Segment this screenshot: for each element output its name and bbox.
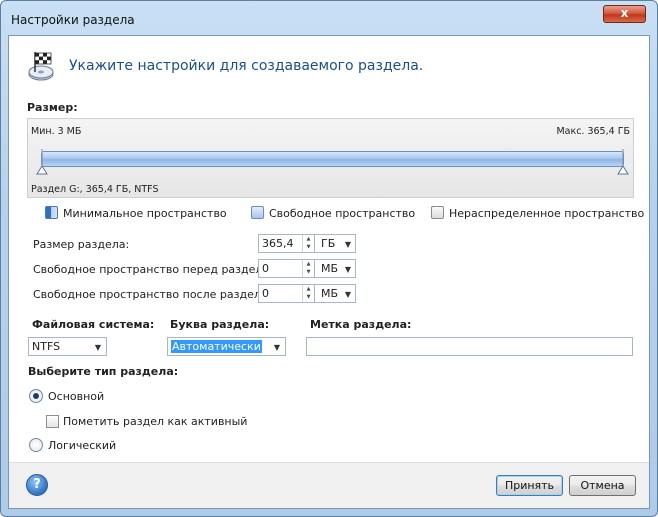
free-before-unit-select[interactable]: МБ ▼ [314, 259, 356, 278]
filesystem-label: Файловая система: [32, 318, 155, 331]
chevron-down-icon: ▼ [94, 343, 101, 352]
title-bar[interactable]: Настройки раздела x [1, 1, 657, 35]
partition-size-bar[interactable] [41, 151, 624, 167]
chevron-down-icon: ▼ [273, 343, 280, 352]
partition-size-value: 365,4 [262, 237, 294, 250]
dialog-window: Настройки раздела x Укажите настройки дл… [0, 0, 658, 517]
free-after-spinner[interactable]: ▲ ▼ [302, 285, 314, 302]
right-slider-handle[interactable] [617, 149, 629, 175]
chevron-down-icon: ▼ [344, 290, 351, 299]
min-space-swatch [45, 206, 58, 219]
unallocated-swatch [431, 206, 444, 219]
volume-label-input[interactable] [306, 337, 633, 356]
cancel-button[interactable]: Отмена [569, 475, 636, 496]
legend-min-space-label: Минимальное пространство [63, 207, 227, 220]
filesystem-select[interactable]: NTFS ▼ [28, 337, 107, 356]
free-after-input[interactable]: 0 ▲ ▼ [258, 284, 315, 303]
legend-min-space: Минимальное пространство [45, 206, 227, 220]
legend-free-space-label: Свободное пространство [269, 207, 416, 220]
close-icon: x [620, 6, 629, 20]
drive-letter-label: Буква раздела: [170, 318, 270, 331]
free-before-label: Свободное пространство перед разделом: [33, 263, 282, 276]
primary-radio[interactable] [29, 389, 43, 403]
partition-size-unit: ГБ [321, 237, 336, 250]
help-button[interactable]: ? [26, 474, 48, 496]
partition-info-label: Раздел G:, 365,4 ГБ, NTFS [31, 184, 159, 195]
logical-radio-label[interactable]: Логический [48, 439, 116, 452]
legend-unallocated: Нераспределенное пространство [431, 206, 644, 220]
free-before-input[interactable]: 0 ▲ ▼ [258, 259, 315, 278]
radio-selected-dot [33, 393, 39, 399]
volume-label-label: Метка раздела: [310, 318, 412, 331]
free-after-label: Свободное пространство после раздела: [33, 288, 272, 301]
drive-letter-select[interactable]: Автоматически ▼ [167, 337, 286, 356]
primary-radio-label[interactable]: Основной [48, 390, 104, 403]
drive-letter-value: Автоматически [171, 340, 262, 353]
help-icon: ? [33, 477, 41, 492]
free-after-unit-select[interactable]: МБ ▼ [314, 284, 356, 303]
partition-size-unit-select[interactable]: ГБ ▼ [314, 234, 356, 253]
free-after-value: 0 [262, 287, 269, 300]
partition-size-input[interactable]: 365,4 ▲ ▼ [258, 234, 315, 253]
filesystem-value: NTFS [32, 340, 61, 353]
free-before-value: 0 [262, 262, 269, 275]
min-size-label: Мин. 3 МБ [31, 126, 82, 137]
legend-unallocated-label: Нераспределенное пространство [449, 207, 645, 220]
chevron-down-icon: ▼ [344, 240, 351, 249]
size-section-label: Размер: [27, 101, 78, 114]
mark-active-label[interactable]: Пометить раздел как активный [63, 415, 247, 428]
checkered-flag-disk-icon [28, 52, 54, 81]
partition-size-spinner[interactable]: ▲ ▼ [302, 235, 314, 252]
free-before-spinner[interactable]: ▲ ▼ [302, 260, 314, 277]
max-size-label: Макс. 365,4 ГБ [556, 126, 630, 137]
free-before-unit: МБ [321, 262, 339, 275]
window-title: Настройки раздела [11, 13, 135, 27]
partition-size-label: Размер раздела: [33, 238, 130, 251]
legend-free-space: Свободное пространство [251, 206, 415, 220]
dialog-heading: Укажите настройки для создаваемого разде… [69, 58, 424, 74]
free-after-unit: МБ [321, 287, 339, 300]
close-button[interactable]: x [603, 5, 646, 23]
dialog-content: Укажите настройки для создаваемого разде… [8, 35, 650, 509]
ok-button[interactable]: Принять [496, 475, 563, 496]
dialog-footer: ? Принять Отмена [9, 462, 649, 508]
partition-type-label: Выберите тип раздела: [28, 365, 179, 378]
chevron-down-icon: ▼ [344, 265, 351, 274]
left-slider-handle[interactable] [36, 149, 48, 175]
logical-radio[interactable] [29, 438, 43, 452]
size-panel: Мин. 3 МБ Макс. 365,4 ГБ Раздел G:, 365,… [27, 118, 634, 198]
free-space-swatch [251, 206, 264, 219]
mark-active-checkbox[interactable] [46, 415, 59, 428]
